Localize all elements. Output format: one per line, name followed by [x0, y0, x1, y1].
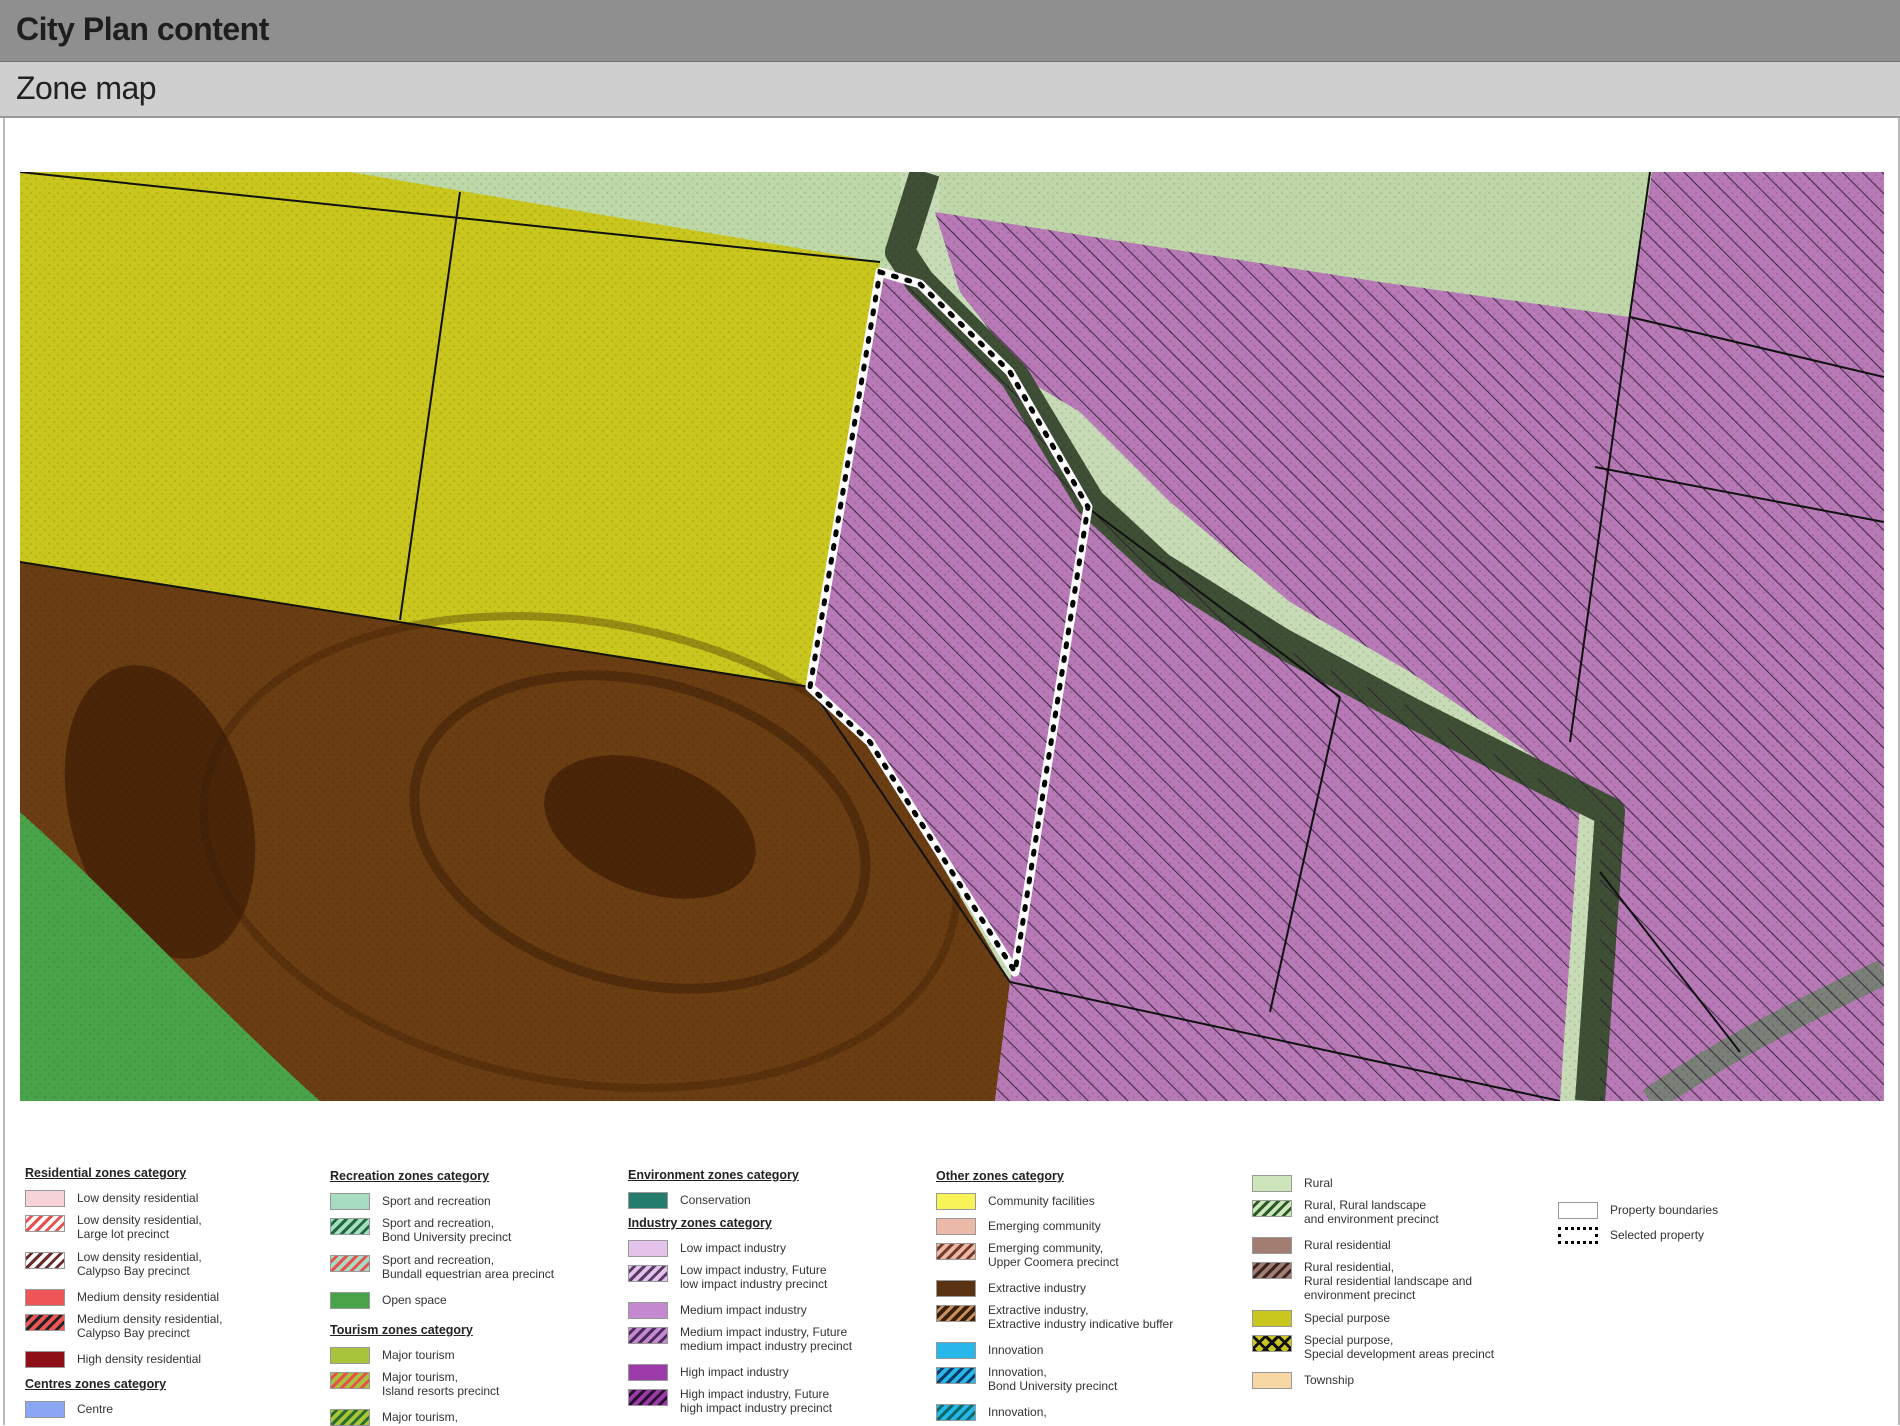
- section-header: Zone map: [0, 62, 1900, 118]
- page-header: City Plan content: [0, 0, 1900, 62]
- section-title: Zone map: [16, 70, 157, 106]
- page-title: City Plan content: [16, 11, 269, 47]
- zone-map[interactable]: [20, 172, 1884, 1101]
